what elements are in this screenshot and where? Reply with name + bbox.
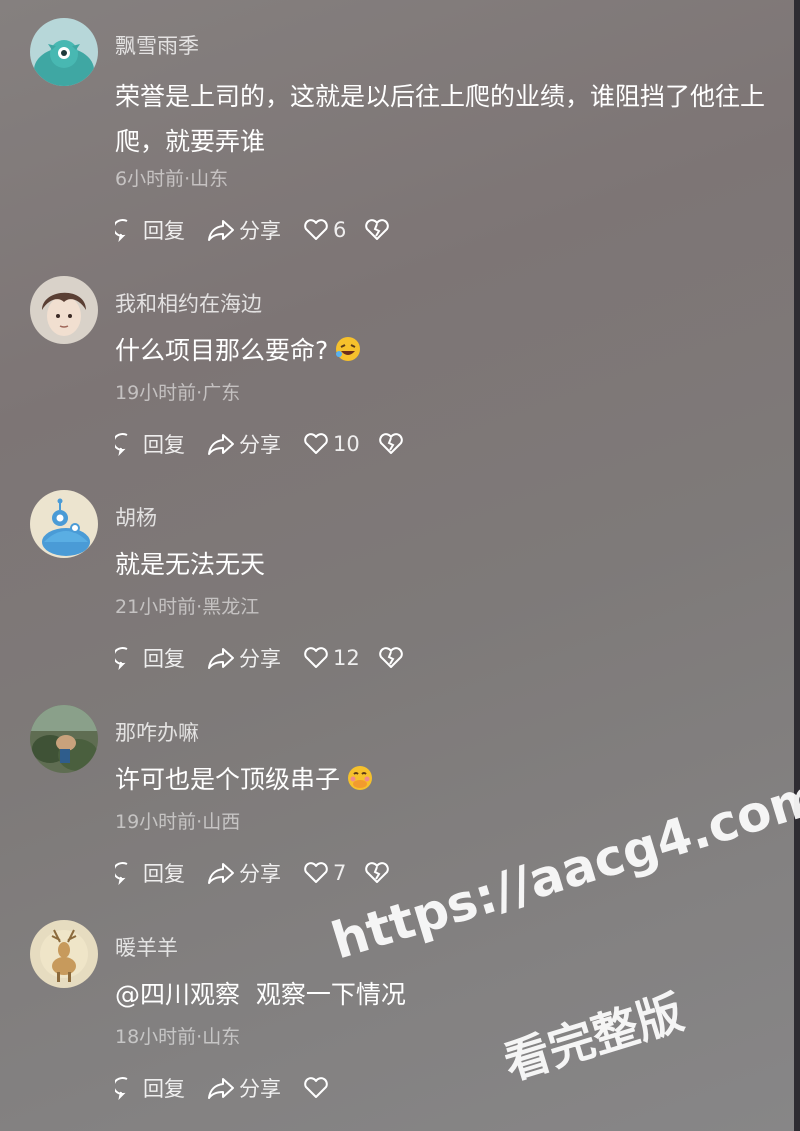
comment-actions: 回复 分享 6 xyxy=(115,214,416,246)
reply-button[interactable]: 回复 xyxy=(115,1073,185,1103)
like-button[interactable] xyxy=(303,1076,333,1100)
avatar[interactable] xyxy=(30,18,98,86)
reply-label: 回复 xyxy=(143,219,185,243)
comment-meta: 19小时前·广东 xyxy=(115,382,241,404)
outdoor-photo-avatar-icon xyxy=(30,705,98,773)
reply-button[interactable]: 回复 xyxy=(115,643,185,673)
comment-text: 什么项目那么要命? xyxy=(115,328,775,377)
avatar[interactable] xyxy=(30,920,98,988)
share-label: 分享 xyxy=(239,219,281,243)
comment-username[interactable]: 暖羊羊 xyxy=(115,932,178,962)
comment-meta: 18小时前·山东 xyxy=(115,1026,241,1048)
anime-boy-avatar-icon xyxy=(30,276,98,344)
avatar[interactable] xyxy=(30,276,98,344)
share-button[interactable]: 分享 xyxy=(207,429,281,459)
share-label: 分享 xyxy=(239,433,281,457)
dislike-button[interactable] xyxy=(378,432,408,456)
broken-heart-icon xyxy=(378,433,403,454)
broken-heart-icon xyxy=(365,219,390,240)
comment-username[interactable]: 那咋办嘛 xyxy=(115,717,199,747)
share-arrow-icon xyxy=(208,220,234,241)
share-arrow-icon xyxy=(208,863,234,884)
comment-item: 胡杨 就是无法无天 21小时前·黑龙江 回复 分享 12 xyxy=(0,472,790,686)
like-count: 12 xyxy=(333,646,360,670)
reply-label: 回复 xyxy=(143,433,185,457)
comment-text-body: 什么项目那么要命? xyxy=(115,336,329,365)
heart-icon xyxy=(304,433,328,454)
share-arrow-icon xyxy=(208,1078,234,1099)
broken-heart-icon xyxy=(365,862,390,883)
share-label: 分享 xyxy=(239,647,281,671)
like-button[interactable]: 12 xyxy=(303,646,360,670)
teal-monster-avatar-icon xyxy=(30,18,98,86)
comment-username[interactable]: 飘雪雨季 xyxy=(115,30,199,60)
hand-over-mouth-emoji-icon xyxy=(346,761,374,806)
comment-actions: 回复 分享 10 xyxy=(115,428,430,460)
dislike-button[interactable] xyxy=(364,861,394,885)
reply-bubble-icon xyxy=(115,647,128,670)
comment-text: 就是无法无天 xyxy=(115,550,266,579)
reply-button[interactable]: 回复 xyxy=(115,215,185,245)
reply-button[interactable]: 回复 xyxy=(115,858,185,888)
reply-label: 回复 xyxy=(143,862,185,886)
reply-button[interactable]: 回复 xyxy=(115,429,185,459)
like-count: 7 xyxy=(333,861,347,885)
comment-username[interactable]: 胡杨 xyxy=(115,502,157,532)
comment-text-body: 许可也是个顶级串子 xyxy=(115,765,341,794)
reply-bubble-icon xyxy=(115,433,128,456)
comment-item: 我和相约在海边 什么项目那么要命? 19小时前·广东 回复 分享 10 xyxy=(0,258,790,472)
comment-meta: 19小时前·山西 xyxy=(115,811,241,833)
heart-icon xyxy=(304,219,328,240)
avatar[interactable] xyxy=(30,705,98,773)
like-button[interactable]: 10 xyxy=(303,432,360,456)
share-button[interactable]: 分享 xyxy=(207,215,281,245)
share-button[interactable]: 分享 xyxy=(207,643,281,673)
like-button[interactable]: 7 xyxy=(303,861,346,885)
share-label: 分享 xyxy=(239,862,281,886)
reply-label: 回复 xyxy=(143,647,185,671)
like-button[interactable]: 6 xyxy=(303,218,346,242)
scrollbar-strip xyxy=(794,0,800,1131)
heart-icon xyxy=(304,1077,328,1098)
deer-painting-avatar-icon xyxy=(30,920,98,988)
avatar[interactable] xyxy=(30,490,98,558)
comment-item: 飘雪雨季 荣誉是上司的，这就是以后往上爬的业绩，谁阻挡了他往上爬，就要弄谁 6小… xyxy=(0,0,790,243)
broken-heart-icon xyxy=(378,647,403,668)
like-count: 6 xyxy=(333,218,347,242)
heart-icon xyxy=(304,647,328,668)
comment-actions: 回复 分享 xyxy=(115,1072,355,1104)
reply-bubble-icon xyxy=(115,219,128,242)
reply-bubble-icon xyxy=(115,1077,128,1100)
share-button[interactable]: 分享 xyxy=(207,858,281,888)
reply-label: 回复 xyxy=(143,1077,185,1101)
rolling-laugh-emoji-icon xyxy=(334,332,362,377)
comment-actions: 回复 分享 12 xyxy=(115,642,430,674)
reply-bubble-icon xyxy=(115,862,128,885)
blue-robot-avatar-icon xyxy=(30,490,98,558)
comment-actions: 回复 分享 7 xyxy=(115,857,416,889)
comment-text: 荣誉是上司的，这就是以后往上爬的业绩，谁阻挡了他往上爬，就要弄谁 xyxy=(115,82,766,156)
comment-username[interactable]: 我和相约在海边 xyxy=(115,288,262,318)
comment-meta: 6小时前·山东 xyxy=(115,168,229,190)
share-arrow-icon xyxy=(208,648,234,669)
share-arrow-icon xyxy=(208,434,234,455)
share-button[interactable]: 分享 xyxy=(207,1073,281,1103)
dislike-button[interactable] xyxy=(378,646,408,670)
comment-meta: 21小时前·黑龙江 xyxy=(115,596,260,618)
comment-text: 许可也是个顶级串子 xyxy=(115,757,775,806)
share-label: 分享 xyxy=(239,1077,281,1101)
like-count: 10 xyxy=(333,432,360,456)
dislike-button[interactable] xyxy=(364,218,394,242)
heart-icon xyxy=(304,862,328,883)
